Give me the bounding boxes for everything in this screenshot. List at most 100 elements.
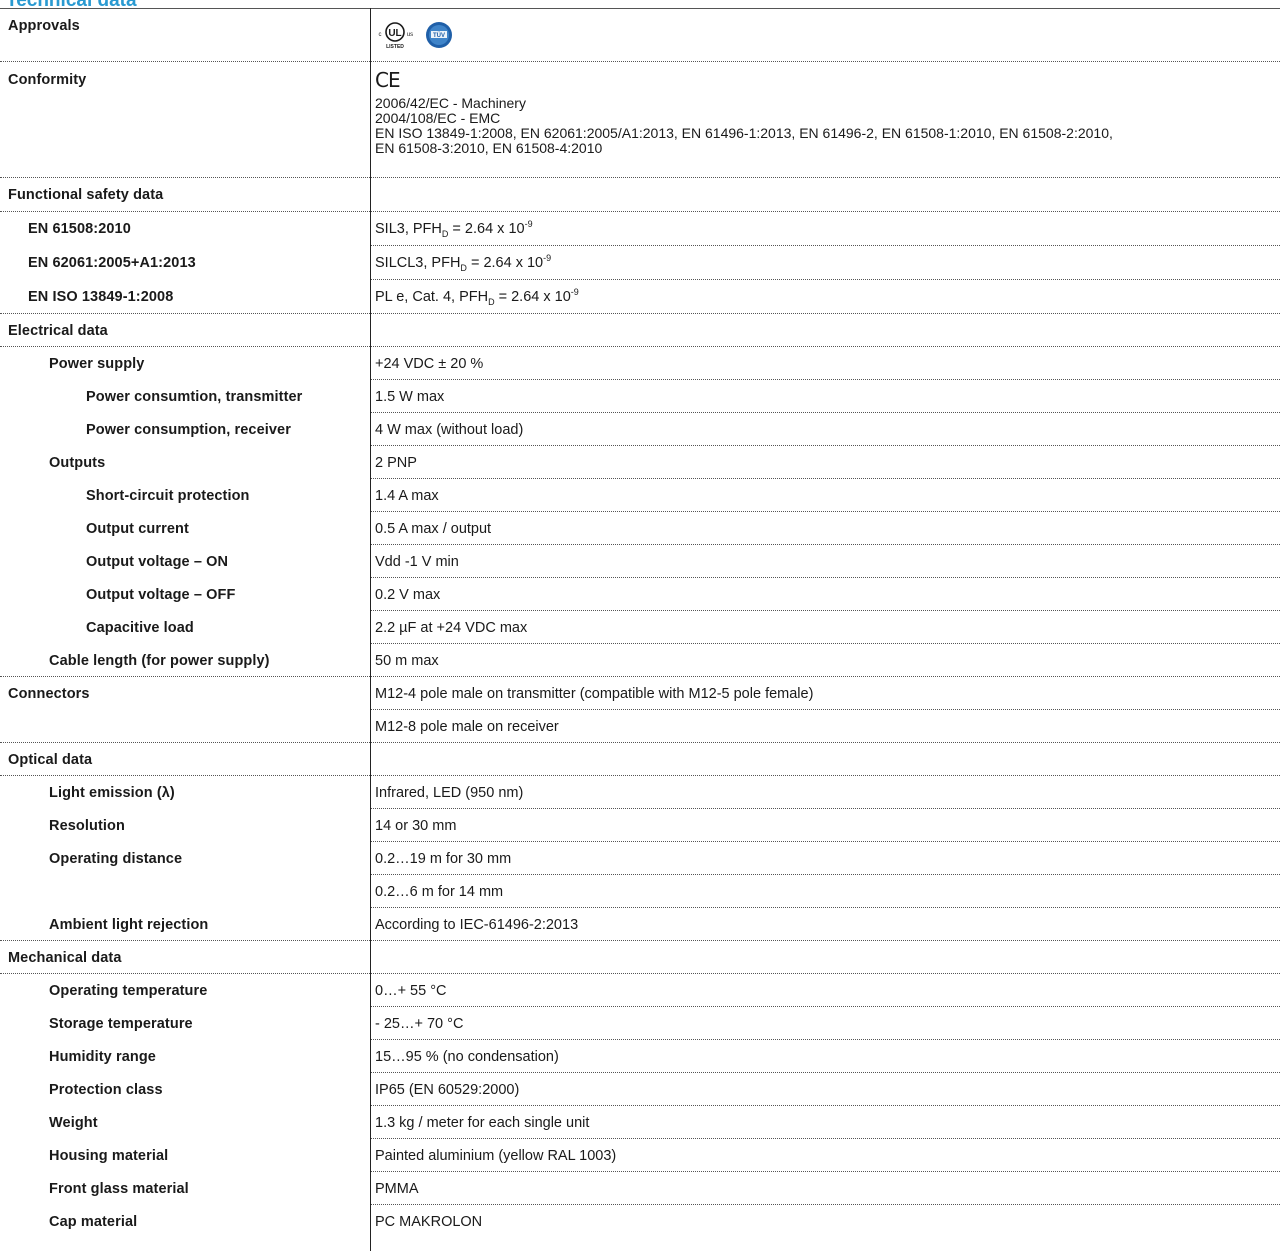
ul-text: UL [388, 28, 401, 39]
section-heading: Mechanical data [8, 949, 122, 966]
spec-value: PC MAKROLON [375, 1213, 483, 1230]
row-resolution: Resolution 14 or 30 mm [0, 809, 1280, 842]
row-conformity: Conformity CE 2006/42/EC - Machinery 200… [0, 62, 1280, 178]
spec-value: Painted aluminium (yellow RAL 1003) [375, 1147, 617, 1164]
fs-standard-label: EN ISO 13849-1:2008 [28, 289, 174, 305]
row-operating-distance: Operating distance 0.2…19 m for 30 mm [0, 842, 1280, 875]
spec-value: 50 m max [375, 652, 439, 669]
spec-label: Resolution [49, 817, 125, 834]
section-heading: Connectors [8, 685, 90, 702]
row-ambient-light: Ambient light rejection According to IEC… [0, 908, 1280, 941]
row-voltage-off: Output voltage – OFF 0.2 V max [0, 578, 1280, 611]
row-power-tx: Power consumtion, transmitter 1.5 W max [0, 380, 1280, 413]
row-functional-safety-header: Functional safety data [0, 178, 1280, 212]
spec-value: +24 VDC ± 20 % [375, 355, 484, 372]
fs-value: SILCL3, PFHD = 2.64 x 10-9 [375, 253, 552, 273]
fs-standard-label: EN 61508:2010 [28, 221, 131, 237]
row-short-circuit: Short-circuit protection 1.4 A max [0, 479, 1280, 512]
conformity-label: Conformity [8, 72, 87, 88]
ul-listed-text: LISTED [386, 44, 404, 50]
row-electrical-header: Electrical data [0, 314, 1280, 347]
spec-label: Cap material [49, 1213, 138, 1230]
row-fs-en62061: EN 62061:2005+A1:2013 SILCL3, PFHD = 2.6… [0, 246, 1280, 280]
spec-label: Housing material [49, 1147, 169, 1164]
spec-value: 0.2…6 m for 14 mm [375, 883, 504, 900]
spec-value: M12-4 pole male on transmitter (compatib… [375, 685, 814, 702]
spec-label: Outputs [49, 454, 106, 471]
spec-label: Capacitive load [86, 619, 194, 636]
spec-label: Ambient light rejection [49, 916, 209, 933]
spec-value: IP65 (EN 60529:2000) [375, 1081, 520, 1098]
spec-label: Light emission (λ) [49, 784, 175, 801]
spec-label: Cable length (for power supply) [49, 652, 270, 669]
tuv-text: TÜV [433, 32, 445, 39]
spec-value: Infrared, LED (950 nm) [375, 784, 524, 801]
conformity-value: CE 2006/42/EC - Machinery 2004/108/EC - … [375, 62, 1274, 178]
technical-data-table: Approvals UL c us LISTED TÜV Conformity … [0, 8, 1280, 1238]
row-mechanical-header: Mechanical data [0, 941, 1280, 974]
spec-value: 4 W max (without load) [375, 421, 524, 438]
ul-us-text: us [407, 32, 413, 38]
conformity-lines: 2006/42/EC - Machinery 2004/108/EC - EMC… [375, 96, 1274, 156]
row-approvals: Approvals UL c us LISTED TÜV [0, 8, 1280, 62]
spec-label: Protection class [49, 1081, 163, 1098]
spec-value: 1.3 kg / meter for each single unit [375, 1114, 590, 1131]
spec-value: 0…+ 55 °C [375, 982, 447, 999]
conformity-line: EN ISO 13849-1:2008, EN 62061:2005/A1:20… [375, 125, 1113, 141]
spec-value: Vdd -1 V min [375, 553, 459, 570]
approvals-label: Approvals [8, 18, 80, 34]
spec-label: Output voltage – ON [86, 553, 229, 570]
row-cable-length: Cable length (for power supply) 50 m max [0, 644, 1280, 677]
row-light-emission: Light emission (λ) Infrared, LED (950 nm… [0, 776, 1280, 809]
spec-value: 2.2 µF at +24 VDC max [375, 619, 528, 636]
spec-value: 14 or 30 mm [375, 817, 457, 834]
spec-label: Weight [49, 1114, 98, 1131]
row-optical-header: Optical data [0, 743, 1280, 776]
spec-label: Output current [86, 520, 189, 537]
spec-label: Power consumption, receiver [86, 421, 291, 438]
row-housing-material: Housing material Painted aluminium (yell… [0, 1139, 1280, 1172]
spec-label: Operating temperature [49, 982, 208, 999]
fs-value: SIL3, PFHD = 2.64 x 10-9 [375, 219, 533, 239]
ul-listed-icon: UL c us LISTED [379, 22, 413, 50]
row-protection-class: Protection class IP65 (EN 60529:2000) [0, 1073, 1280, 1106]
row-operating-temperature: Operating temperature 0…+ 55 °C [0, 974, 1280, 1007]
spec-value: According to IEC-61496-2:2013 [375, 916, 579, 933]
ul-c-text: c [379, 32, 382, 38]
row-storage-temperature: Storage temperature - 25…+ 70 °C [0, 1007, 1280, 1040]
conformity-line: 2004/108/EC - EMC [375, 110, 501, 126]
conformity-line: EN 61508-3:2010, EN 61508-4:2010 [375, 140, 603, 156]
section-heading: Electrical data [8, 322, 108, 339]
spec-value: PMMA [375, 1180, 419, 1197]
fs-value: PL e, Cat. 4, PFHD = 2.64 x 10-9 [375, 287, 579, 307]
tuv-icon: TÜV [426, 22, 452, 48]
spec-label: Storage temperature [49, 1015, 193, 1032]
spec-value: 0.5 A max / output [375, 520, 492, 537]
row-front-glass: Front glass material PMMA [0, 1172, 1280, 1205]
row-outputs: Outputs 2 PNP [0, 446, 1280, 479]
row-fs-en61508: EN 61508:2010 SIL3, PFHD = 2.64 x 10-9 [0, 212, 1280, 246]
conformity-line: 2006/42/EC - Machinery [375, 95, 526, 111]
section-heading: Optical data [8, 751, 93, 768]
row-cap-material: Cap material PC MAKROLON [0, 1205, 1280, 1238]
row-weight: Weight 1.3 kg / meter for each single un… [0, 1106, 1280, 1139]
row-humidity: Humidity range 15…95 % (no condensation) [0, 1040, 1280, 1073]
spec-value: M12-8 pole male on receiver [375, 718, 559, 735]
section-heading: Functional safety data [8, 187, 164, 203]
spec-label: Power consumtion, transmitter [86, 388, 303, 405]
row-connectors: Connectors M12-4 pole male on transmitte… [0, 677, 1280, 710]
spec-label: Operating distance [49, 850, 183, 867]
row-power-supply: Power supply +24 VDC ± 20 % [0, 347, 1280, 380]
approvals-value: UL c us LISTED TÜV [375, 8, 1274, 62]
spec-label: Output voltage – OFF [86, 586, 236, 603]
spec-value: 15…95 % (no condensation) [375, 1048, 559, 1065]
approval-logos: UL c us LISTED TÜV [375, 20, 453, 50]
spec-label: Power supply [49, 355, 145, 372]
spec-value: 0.2 V max [375, 586, 441, 603]
row-connectors-receiver: M12-8 pole male on receiver [0, 710, 1280, 743]
spec-value: - 25…+ 70 °C [375, 1015, 464, 1032]
row-capacitive-load: Capacitive load 2.2 µF at +24 VDC max [0, 611, 1280, 644]
row-voltage-on: Output voltage – ON Vdd -1 V min [0, 545, 1280, 578]
row-output-current: Output current 0.5 A max / output [0, 512, 1280, 545]
row-operating-distance-14mm: 0.2…6 m for 14 mm [0, 875, 1280, 908]
